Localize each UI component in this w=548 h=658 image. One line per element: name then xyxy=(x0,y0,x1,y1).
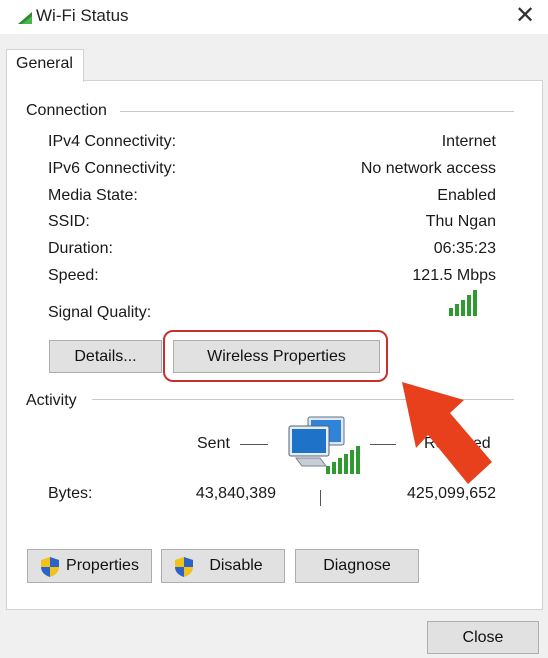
duration-label: Duration: xyxy=(48,240,113,257)
close-button[interactable]: Close xyxy=(427,621,539,654)
diagnose-button[interactable]: Diagnose xyxy=(295,549,419,583)
duration-value: 06:35:23 xyxy=(433,240,496,257)
window-title: Wi-Fi Status xyxy=(36,6,129,25)
ipv6-label: IPv6 Connectivity: xyxy=(48,160,177,177)
speed-value: 121.5 Mbps xyxy=(412,267,496,284)
activity-heading: Activity xyxy=(26,392,85,410)
tab-general-label: General xyxy=(16,55,73,72)
connection-divider xyxy=(120,111,514,112)
details-button[interactable]: Details... xyxy=(49,340,162,373)
tab-general[interactable]: General xyxy=(6,49,84,82)
ssid-label: SSID: xyxy=(48,213,90,230)
title-bar: Wi-Fi Status ✕ xyxy=(0,0,548,34)
close-label: Close xyxy=(462,628,504,646)
ssid-value: Thu Ngan xyxy=(425,213,496,230)
connection-heading: Connection xyxy=(26,102,115,120)
diagnose-label: Diagnose xyxy=(323,557,391,574)
properties-button[interactable]: Properties xyxy=(27,549,152,583)
bytes-separator xyxy=(320,490,321,506)
highlight-box xyxy=(163,330,388,382)
ipv6-value: No network access xyxy=(360,160,496,177)
ipv4-value: Internet xyxy=(441,133,496,150)
disable-label: Disable xyxy=(209,557,263,574)
ipv4-label: IPv4 Connectivity: xyxy=(48,133,177,150)
disable-button[interactable]: Disable xyxy=(161,549,285,583)
sent-line xyxy=(240,444,268,445)
wifi-signal-icon xyxy=(18,12,32,24)
speed-label: Speed: xyxy=(48,267,99,284)
media-state-label: Media State: xyxy=(48,187,138,204)
network-computers-icon xyxy=(288,416,360,474)
sent-label: Sent xyxy=(197,435,230,452)
bytes-sent-value: 43,840,389 xyxy=(195,485,276,502)
received-line xyxy=(370,444,396,445)
bytes-label: Bytes: xyxy=(48,485,93,502)
close-window-icon[interactable]: ✕ xyxy=(510,3,540,29)
pointer-arrow-icon xyxy=(402,382,492,484)
signal-quality-label: Signal Quality: xyxy=(48,304,152,321)
media-state-value: Enabled xyxy=(437,187,496,204)
signal-bars-icon xyxy=(449,290,477,316)
properties-label: Properties xyxy=(66,557,139,574)
details-button-label: Details... xyxy=(74,347,137,365)
